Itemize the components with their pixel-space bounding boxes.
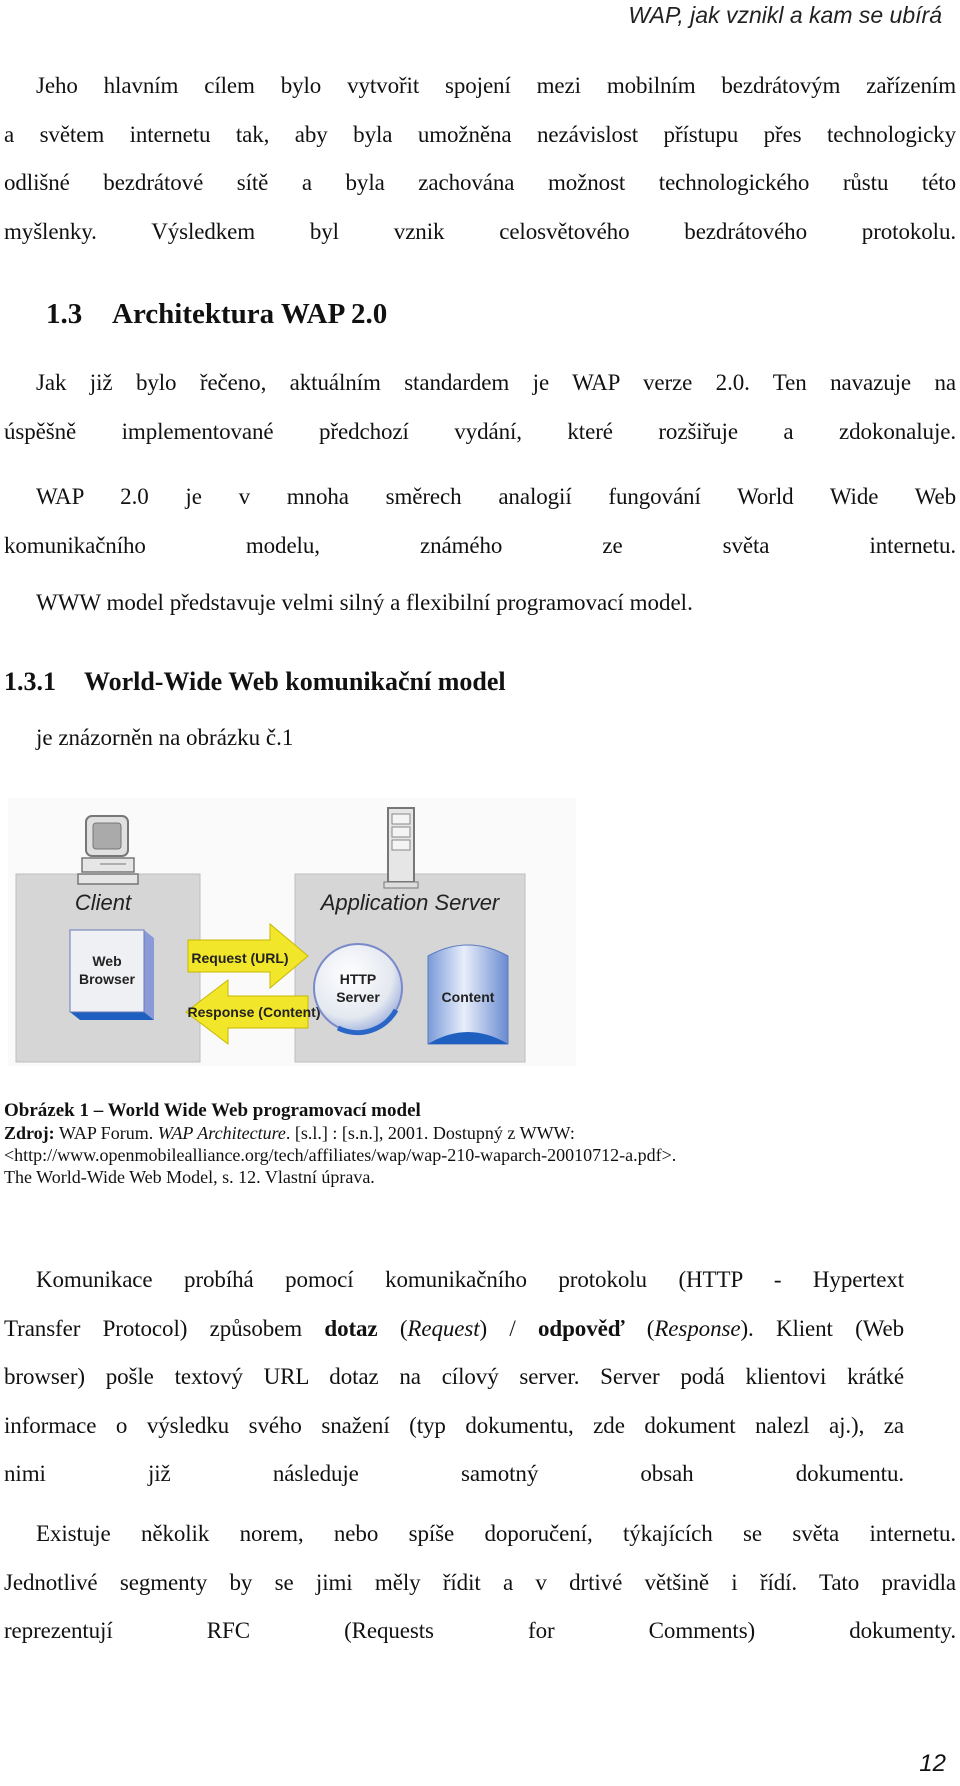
text-line: informace o výsledku svého snažení (typ … <box>4 1412 904 1438</box>
client-label: Client <box>75 890 132 915</box>
term-request-en: Request <box>407 1315 480 1341</box>
server-tower-icon <box>383 807 419 889</box>
text-line: WAP 2.0 je v mnoha směrech analogií fung… <box>36 484 956 509</box>
term-response: odpověď <box>538 1315 625 1341</box>
content-cylinder: Content <box>427 944 509 1045</box>
www-model-diagram: Client Application Server Web Browser Re… <box>8 798 576 1066</box>
section-title: Architektura WAP 2.0 <box>112 298 388 330</box>
running-header: WAP, jak vznikl a kam se ubírá <box>628 2 942 28</box>
text-line: Jak již bylo řečeno, aktuálním standarde… <box>36 370 956 395</box>
page-number: 12 <box>919 1750 946 1777</box>
figure-caption: Obrázek 1 – World Wide Web programovací … <box>4 1100 676 1188</box>
source-title: WAP Architecture <box>157 1123 286 1143</box>
text-line: Transfer Protocol) způsobem dotaz (Reque… <box>4 1305 904 1354</box>
source-text: WAP Forum. <box>54 1123 158 1143</box>
section-heading-1-3-1: 1.3.1 World-Wide Web komunikační model <box>4 667 506 697</box>
text-line: úspěšně implementované předchozí vydání,… <box>4 418 956 444</box>
intro-paragraph: Jeho hlavním cílem bylo vytvořit spojení… <box>4 62 956 256</box>
text-run: ( <box>624 1315 655 1341</box>
text-line: nimi již následuje samotný obsah dokumen… <box>4 1461 904 1486</box>
figure-reference: je znázorněn na obrázku č.1 <box>36 725 294 750</box>
http-label-line1: HTTP <box>340 971 377 987</box>
section-title: World-Wide Web komunikační model <box>84 667 506 696</box>
response-label: Response (Content) <box>188 1004 321 1020</box>
caption-title: Obrázek 1 – World Wide Web programovací … <box>4 1100 421 1121</box>
text-run: ( <box>377 1315 408 1341</box>
text-line: reprezentují RFC (Requests for Comments)… <box>4 1618 956 1643</box>
source-text: . [s.l.] : [s.n.], 2001. Dostupný z WWW: <box>285 1123 575 1143</box>
source-url: <http://www.openmobilealliance.org/tech/… <box>4 1145 677 1165</box>
architecture-paragraph-2: WAP 2.0 je v mnoha směrech analogií fung… <box>4 473 956 570</box>
text-line: Jednotlivé segmenty by se jimi měly řídi… <box>4 1569 956 1595</box>
section-number: 1.3.1 <box>4 667 56 696</box>
section-heading-1-3: 1.3 Architektura WAP 2.0 <box>46 298 387 331</box>
text-line: odlišné bezdrátové sítě a byla zachována… <box>4 170 956 195</box>
text-line: a světem internetu tak, aby byla umožněn… <box>4 121 956 147</box>
browser-label-line1: Web <box>92 953 121 969</box>
communication-paragraph: Komunikace probíhá pomocí komunikačního … <box>4 1256 904 1499</box>
text-line: browser) pošle textový URL dotaz na cílo… <box>4 1364 904 1389</box>
web-browser-box: Web Browser <box>69 929 154 1020</box>
text-line: komunikačního modelu, známého ze světa i… <box>4 532 956 558</box>
text-run: ) / <box>479 1315 539 1341</box>
text-line: Komunikace probíhá pomocí komunikačního … <box>36 1267 904 1292</box>
text-run: ). Klient (Web <box>740 1315 904 1341</box>
text-line: myšlenky. Výsledkem byl vznik celosvětov… <box>4 218 956 244</box>
text-line: Existuje několik norem, nebo spíše dopor… <box>36 1521 956 1546</box>
caption-source: Zdroj: WAP Forum. WAP Architecture. [s.l… <box>4 1122 676 1144</box>
term-request: dotaz <box>324 1315 378 1341</box>
source-label: Zdroj: <box>4 1123 55 1143</box>
request-label: Request (URL) <box>191 950 288 966</box>
text-line: Jeho hlavním cílem bylo vytvořit spojení… <box>36 73 956 98</box>
http-server-sphere: HTTP Server <box>313 943 403 1036</box>
term-response-en: Response <box>654 1315 741 1341</box>
caption-note: The World-Wide Web Model, s. 12. Vlastní… <box>4 1167 375 1187</box>
server-label: Application Server <box>319 890 501 915</box>
http-label-line2: Server <box>336 989 380 1005</box>
content-label: Content <box>442 989 495 1005</box>
www-model-sentence: WWW model představuje velmi silný a flex… <box>36 590 693 615</box>
computer-icon <box>77 815 139 885</box>
rfc-paragraph: Existuje několik norem, nebo spíše dopor… <box>4 1510 956 1656</box>
request-arrow: Request (URL) <box>187 922 309 990</box>
section-number: 1.3 <box>46 298 83 330</box>
text-run: Transfer Protocol) způsobem <box>4 1315 325 1341</box>
browser-label-line2: Browser <box>79 971 136 987</box>
architecture-paragraph-1: Jak již bylo řečeno, aktuálním standarde… <box>4 359 956 456</box>
